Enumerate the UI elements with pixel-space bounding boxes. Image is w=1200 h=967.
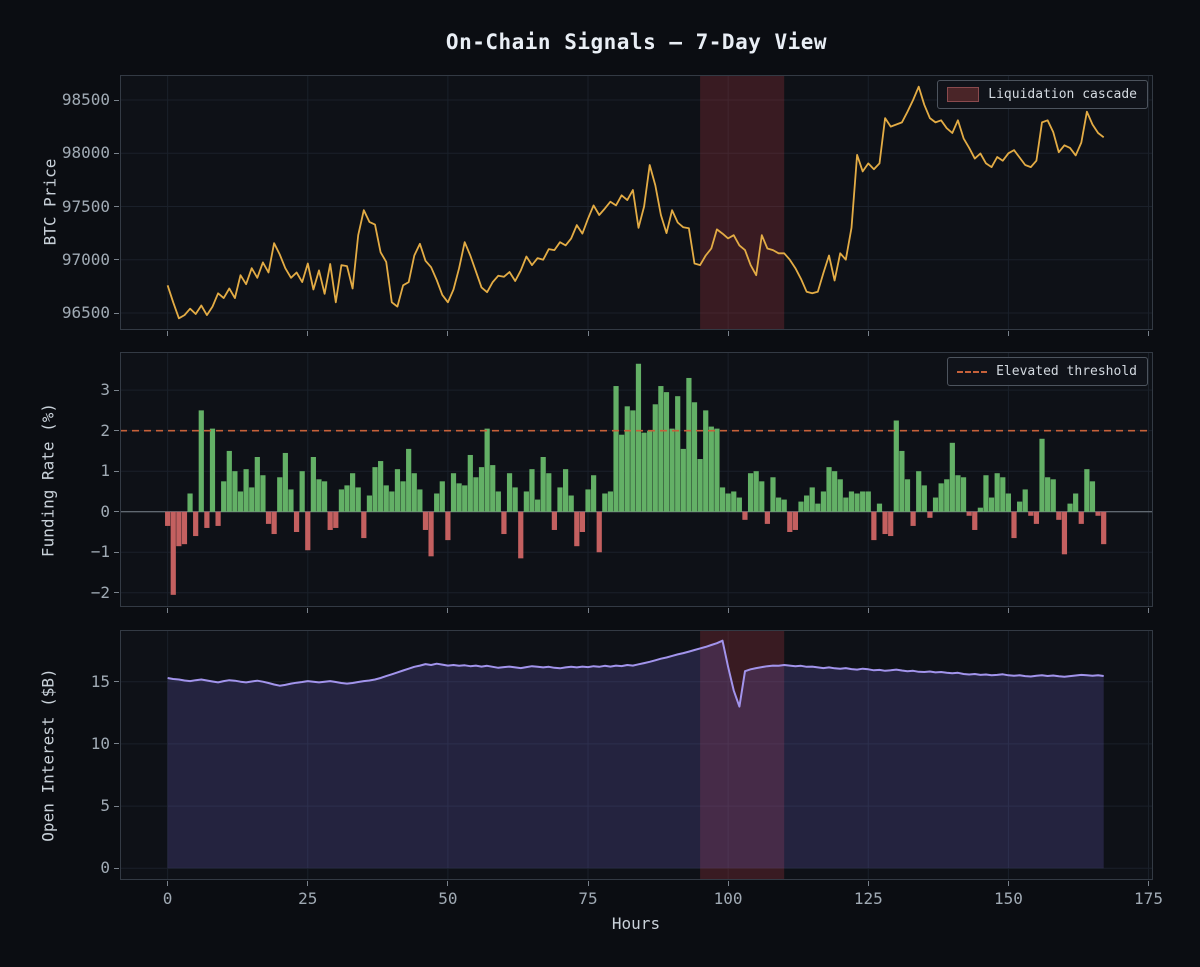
y-tick-mark <box>114 430 119 431</box>
x-tick-mark <box>1148 608 1149 613</box>
funding-subplot: Elevated threshold <box>120 352 1153 607</box>
x-tick-mark <box>307 881 308 886</box>
y-tick-label: 0 <box>20 858 110 878</box>
legend-liquidation-cascade: Liquidation cascade <box>937 80 1148 109</box>
y-tick-label: −1 <box>20 542 110 562</box>
y-tick-label: 2 <box>20 421 110 441</box>
price-subplot: Liquidation cascade <box>120 75 1153 330</box>
x-tick-mark <box>447 881 448 886</box>
x-tick-label: 50 <box>413 889 483 908</box>
y-tick-label: 0 <box>20 502 110 522</box>
x-tick-mark <box>728 331 729 336</box>
legend-label: Elevated threshold <box>996 364 1137 379</box>
x-tick-mark <box>1008 881 1009 886</box>
y-tick-mark <box>114 681 119 682</box>
x-tick-mark <box>167 331 168 336</box>
x-tick-mark <box>167 881 168 886</box>
x-tick-mark <box>728 608 729 613</box>
liquidation-cascade-swatch-icon <box>947 87 979 102</box>
x-tick-mark <box>1148 331 1149 336</box>
y-tick-label: 98000 <box>20 143 110 163</box>
open-interest-plot <box>120 630 1153 880</box>
y-tick-mark <box>114 552 119 553</box>
figure: On-Chain Signals — 7-Day View BTC Price … <box>0 0 1200 967</box>
x-tick-mark <box>868 331 869 336</box>
y-tick-label: 97500 <box>20 197 110 217</box>
y-tick-mark <box>114 153 119 154</box>
x-tick-mark <box>1008 608 1009 613</box>
y-tick-label: 3 <box>20 380 110 400</box>
x-tick-mark <box>1148 881 1149 886</box>
y-tick-label: 1 <box>20 461 110 481</box>
y-tick-label: 96500 <box>20 303 110 323</box>
x-tick-label: 175 <box>1114 889 1184 908</box>
y-tick-mark <box>114 743 119 744</box>
y-tick-mark <box>114 471 119 472</box>
x-tick-mark <box>447 331 448 336</box>
x-tick-mark <box>588 331 589 336</box>
y-tick-label: 98500 <box>20 90 110 110</box>
x-tick-mark <box>1008 331 1009 336</box>
x-tick-mark <box>447 608 448 613</box>
y-tick-mark <box>114 259 119 260</box>
x-tick-label: 150 <box>973 889 1043 908</box>
x-tick-label: 25 <box>273 889 343 908</box>
y-tick-mark <box>114 511 119 512</box>
x-tick-mark <box>588 881 589 886</box>
y-tick-label: 97000 <box>20 250 110 270</box>
legend-elevated-threshold: Elevated threshold <box>947 357 1148 386</box>
y-tick-mark <box>114 313 119 314</box>
funding-rate-plot <box>120 352 1153 607</box>
y-tick-mark <box>114 206 119 207</box>
x-tick-mark <box>588 608 589 613</box>
y-tick-label: 10 <box>20 734 110 754</box>
threshold-dash-swatch-icon <box>957 371 987 373</box>
x-tick-mark <box>167 608 168 613</box>
x-tick-label: 125 <box>833 889 903 908</box>
x-tick-mark <box>307 608 308 613</box>
x-tick-mark <box>868 608 869 613</box>
x-tick-label: 100 <box>693 889 763 908</box>
btc-price-plot <box>120 75 1153 330</box>
x-tick-mark <box>307 331 308 336</box>
x-tick-mark <box>728 881 729 886</box>
y-tick-mark <box>114 592 119 593</box>
x-tick-mark <box>868 881 869 886</box>
chart-title: On-Chain Signals — 7-Day View <box>120 30 1153 54</box>
x-tick-label: 75 <box>553 889 623 908</box>
y-tick-mark <box>114 390 119 391</box>
y-tick-mark <box>114 806 119 807</box>
oi-subplot <box>120 630 1153 880</box>
x-axis-label: Hours <box>336 914 936 933</box>
y-tick-label: −2 <box>20 583 110 603</box>
legend-label: Liquidation cascade <box>988 87 1137 102</box>
y-tick-mark <box>114 868 119 869</box>
y-tick-label: 15 <box>20 672 110 692</box>
y-tick-mark <box>114 100 119 101</box>
y-tick-label: 5 <box>20 796 110 816</box>
x-tick-label: 0 <box>133 889 203 908</box>
